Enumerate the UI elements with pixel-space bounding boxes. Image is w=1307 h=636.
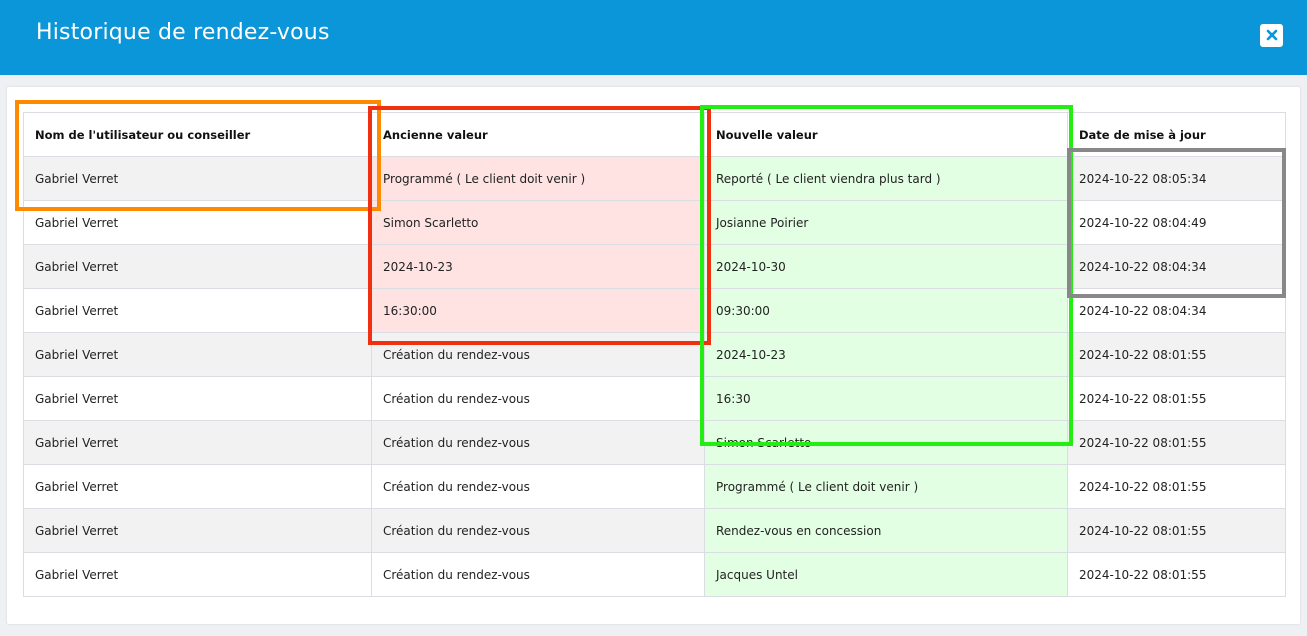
cell-old-value: Création du rendez-vous: [371, 508, 705, 553]
table-row: Gabriel Verret Création du rendez-vous 16:…: [23, 376, 1286, 421]
cell-user: Gabriel Verret: [23, 464, 372, 509]
table-header-row: Nom de l'utilisateur ou conseiller Ancie…: [23, 112, 1286, 157]
cell-new-value: Simon Scarletto: [704, 420, 1068, 465]
cell-old-value: 2024-10-23: [371, 244, 705, 289]
cell-old-value: Simon Scarletto: [371, 200, 705, 245]
column-header-old-value: Ancienne valeur: [371, 112, 705, 157]
cell-user: Gabriel Verret: [23, 156, 372, 201]
cell-new-value: Reporté ( Le client viendra plus tard ): [704, 156, 1068, 201]
table-row: Gabriel Verret Programmé ( Le client doit…: [23, 156, 1286, 201]
cell-old-value: Création du rendez-vous: [371, 332, 705, 377]
column-header-user: Nom de l'utilisateur ou conseiller: [23, 112, 372, 157]
cell-update-date: 2024-10-22 08:01:55: [1067, 376, 1286, 421]
table-row: Gabriel Verret Création du rendez-vous 202…: [23, 332, 1286, 377]
cell-new-value: 2024-10-30: [704, 244, 1068, 289]
modal-title: Historique de rendez-vous: [36, 20, 330, 45]
cell-old-value: Création du rendez-vous: [371, 376, 705, 421]
cell-new-value: Programmé ( Le client doit venir ): [704, 464, 1068, 509]
cell-new-value: Jacques Untel: [704, 552, 1068, 597]
modal-header: Historique de rendez-vous: [0, 0, 1307, 75]
cell-update-date: 2024-10-22 08:01:55: [1067, 508, 1286, 553]
cell-user: Gabriel Verret: [23, 376, 372, 421]
table-row: Gabriel Verret 2024-10-23 2024-10-30 2024-1…: [23, 244, 1286, 289]
cell-update-date: 2024-10-22 08:05:34: [1067, 156, 1286, 201]
cell-update-date: 2024-10-22 08:01:55: [1067, 464, 1286, 509]
cell-update-date: 2024-10-22 08:04:34: [1067, 244, 1286, 289]
column-header-update-date: Date de mise à jour: [1067, 112, 1286, 157]
cell-old-value: Création du rendez-vous: [371, 552, 705, 597]
cell-user: Gabriel Verret: [23, 200, 372, 245]
table-row: Gabriel Verret 16:30:00 09:30:00 2024-10-22…: [23, 288, 1286, 333]
close-button[interactable]: [1260, 24, 1283, 47]
history-table: Nom de l'utilisateur ou conseiller Ancie…: [23, 112, 1286, 597]
column-header-new-value: Nouvelle valeur: [704, 112, 1068, 157]
cell-user: Gabriel Verret: [23, 552, 372, 597]
cell-user: Gabriel Verret: [23, 508, 372, 553]
cell-update-date: 2024-10-22 08:04:49: [1067, 200, 1286, 245]
cell-old-value: Création du rendez-vous: [371, 420, 705, 465]
cell-user: Gabriel Verret: [23, 420, 372, 465]
cell-user: Gabriel Verret: [23, 288, 372, 333]
cell-new-value: Rendez-vous en concession: [704, 508, 1068, 553]
cell-update-date: 2024-10-22 08:01:55: [1067, 420, 1286, 465]
cell-new-value: 16:30: [704, 376, 1068, 421]
cell-update-date: 2024-10-22 08:01:55: [1067, 552, 1286, 597]
cell-new-value: 2024-10-23: [704, 332, 1068, 377]
cell-old-value: Programmé ( Le client doit venir ): [371, 156, 705, 201]
close-icon: [1266, 26, 1278, 45]
table-row: Gabriel Verret Création du rendez-vous Ren…: [23, 508, 1286, 553]
cell-update-date: 2024-10-22 08:01:55: [1067, 332, 1286, 377]
cell-new-value: 09:30:00: [704, 288, 1068, 333]
table-row: Gabriel Verret Simon Scarletto Josianne Po…: [23, 200, 1286, 245]
cell-user: Gabriel Verret: [23, 332, 372, 377]
table-row: Gabriel Verret Création du rendez-vous Pro…: [23, 464, 1286, 509]
cell-user: Gabriel Verret: [23, 244, 372, 289]
cell-update-date: 2024-10-22 08:04:34: [1067, 288, 1286, 333]
cell-old-value: Création du rendez-vous: [371, 464, 705, 509]
cell-old-value: 16:30:00: [371, 288, 705, 333]
table-row: Gabriel Verret Création du rendez-vous Sim…: [23, 420, 1286, 465]
cell-new-value: Josianne Poirier: [704, 200, 1068, 245]
table-row: Gabriel Verret Création du rendez-vous Jac…: [23, 552, 1286, 597]
